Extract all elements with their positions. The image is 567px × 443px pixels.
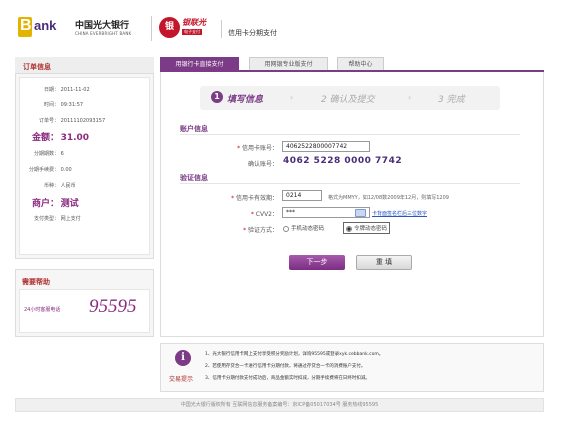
- tab-help-center[interactable]: 帮助中心: [337, 57, 384, 71]
- order-label: 商户：: [31, 199, 59, 209]
- expiry-hint: 格式为MMYY，如12/08数2009年12月，则填写1209: [328, 195, 449, 201]
- step-1-label: 填写信息: [227, 95, 264, 105]
- order-label: 分期期数：: [33, 151, 59, 157]
- order-value: 人民币: [60, 183, 76, 189]
- radio-label: 令牌动态密码: [354, 226, 388, 232]
- tip-line: 1、光大银行信用卡网上支付享受积分奖励计划，详询95595或登录xyk.cebb…: [205, 352, 384, 357]
- payment-panel: [160, 72, 544, 337]
- radio-icon[interactable]: [346, 225, 352, 232]
- section-divider: [180, 183, 520, 184]
- card-number-label: * 信用卡账号：: [208, 143, 278, 152]
- order-row-fee: 分期手续费： 0.00: [19, 166, 72, 173]
- order-label: 分期手续费：: [28, 167, 59, 173]
- verify-method-label: * 验证方式：: [208, 225, 278, 234]
- order-label: 金额：: [31, 133, 59, 143]
- bank-name-cn: 中国光大银行: [75, 21, 130, 31]
- order-heading: 订单信息: [23, 63, 51, 71]
- tip-line: 2、若使用存贷合一卡进行信用卡分期付款，将通过存贷合一卡的消费账户支付。: [205, 364, 366, 369]
- card-number-input[interactable]: 4062522800007742: [282, 141, 370, 152]
- order-value: 20111102093157: [60, 118, 106, 124]
- tab-card-direct-pay[interactable]: 用银行卡直接支付: [160, 57, 239, 71]
- order-value: 2011-11-02: [60, 87, 90, 93]
- help-phone: 95595: [89, 296, 137, 317]
- cvv-label: * CVV2：: [208, 209, 278, 218]
- order-value: 6: [60, 151, 64, 157]
- tab-ebank-pay[interactable]: 用网银专业版支付: [249, 57, 328, 71]
- help-heading: 需要帮助: [22, 278, 50, 286]
- reset-button[interactable]: 重 填: [356, 255, 412, 270]
- required-mark: *: [231, 195, 235, 202]
- confirm-card-number: 4062 5228 0000 7742: [283, 156, 403, 166]
- order-row-date: 日期： 2011-11-02: [19, 86, 90, 93]
- order-label: 日期：: [43, 87, 59, 93]
- order-value: 0.00: [60, 167, 72, 173]
- order-value: 09:31:57: [60, 102, 84, 108]
- footer-text: 中国光大银行版权所有 互联网信息服务备案编号：京ICP备05017034号 服务…: [180, 402, 379, 408]
- next-step-button[interactable]: 下一步: [289, 255, 345, 270]
- required-mark: *: [237, 145, 241, 152]
- step-2-label: 2 确认及提交: [321, 95, 375, 105]
- order-label: 币种：: [43, 183, 59, 189]
- confirm-number-label: 确认账号：: [247, 161, 278, 168]
- order-merchant: 测试: [60, 199, 79, 209]
- keyboard-icon[interactable]: [355, 209, 366, 217]
- order-row-number: 订单号： 20111102093157: [19, 117, 105, 124]
- order-row-merchant: 商户： 测试: [19, 196, 79, 209]
- tips-label: 交易提示: [169, 376, 194, 383]
- order-row-installments: 分期期数： 6: [19, 150, 64, 157]
- required-mark: *: [250, 211, 254, 218]
- radio-label: 手机动态密码: [291, 226, 325, 232]
- radio-sms-password[interactable]: 手机动态密码: [283, 224, 324, 232]
- page-title: 信用卡分期支付: [228, 29, 277, 37]
- step-1-number: 1: [211, 91, 223, 103]
- info-icon: i: [175, 350, 191, 366]
- header-divider: [221, 20, 222, 38]
- tip-line: 3、信用卡分期付款支付成功后，商品金额实时扣减，分期手续费将在日终时扣减。: [205, 376, 370, 381]
- order-row-currency: 币种： 人民币: [19, 182, 76, 189]
- cvv-help-link[interactable]: 卡背面签名栏后三位数字: [372, 210, 427, 217]
- order-label: 订单号：: [38, 118, 59, 124]
- order-label: 支付类型：: [33, 216, 59, 222]
- step-3-label: 3 完成: [438, 95, 465, 105]
- expiry-input[interactable]: 0214: [282, 190, 322, 201]
- step-arrow-icon: ›: [290, 93, 294, 102]
- partner-name: 银联光: [182, 18, 206, 27]
- verify-section-title: 验证信息: [180, 174, 208, 182]
- partner-subtitle: 电子支付: [182, 29, 202, 35]
- order-amount: 31.00: [60, 133, 90, 143]
- order-value: 网上支付: [60, 216, 81, 222]
- radio-icon[interactable]: [283, 225, 289, 232]
- order-row-paytype: 支付类型： 网上支付: [19, 215, 81, 222]
- expiry-label-text: 信用卡有效期：: [235, 195, 278, 202]
- cvv-label-text: CVV2：: [255, 211, 278, 218]
- card-number-label-text: 信用卡账号：: [241, 145, 278, 152]
- partner-logo-icon: 银: [159, 17, 180, 38]
- step-arrow-icon: ›: [408, 93, 412, 102]
- header-divider: [151, 16, 152, 41]
- order-row-time: 时间： 09:31:57: [19, 101, 83, 108]
- required-mark: *: [243, 227, 247, 234]
- order-label: 时间：: [43, 102, 59, 108]
- bank-logo-word: ank: [34, 18, 57, 33]
- order-row-amount: 金额： 31.00: [19, 130, 89, 143]
- help-label: 24小时客服电话: [24, 307, 61, 313]
- bank-logo-letter: B: [20, 17, 32, 34]
- radio-token-password[interactable]: 令牌动态密码: [343, 222, 391, 234]
- account-section-title: 账户信息: [180, 125, 208, 133]
- verify-method-label-text: 验证方式：: [247, 227, 278, 234]
- section-divider: [180, 134, 520, 135]
- expiry-label: * 信用卡有效期：: [208, 193, 278, 202]
- bank-name-en: CHINA EVERBRIGHT BANK: [75, 31, 132, 36]
